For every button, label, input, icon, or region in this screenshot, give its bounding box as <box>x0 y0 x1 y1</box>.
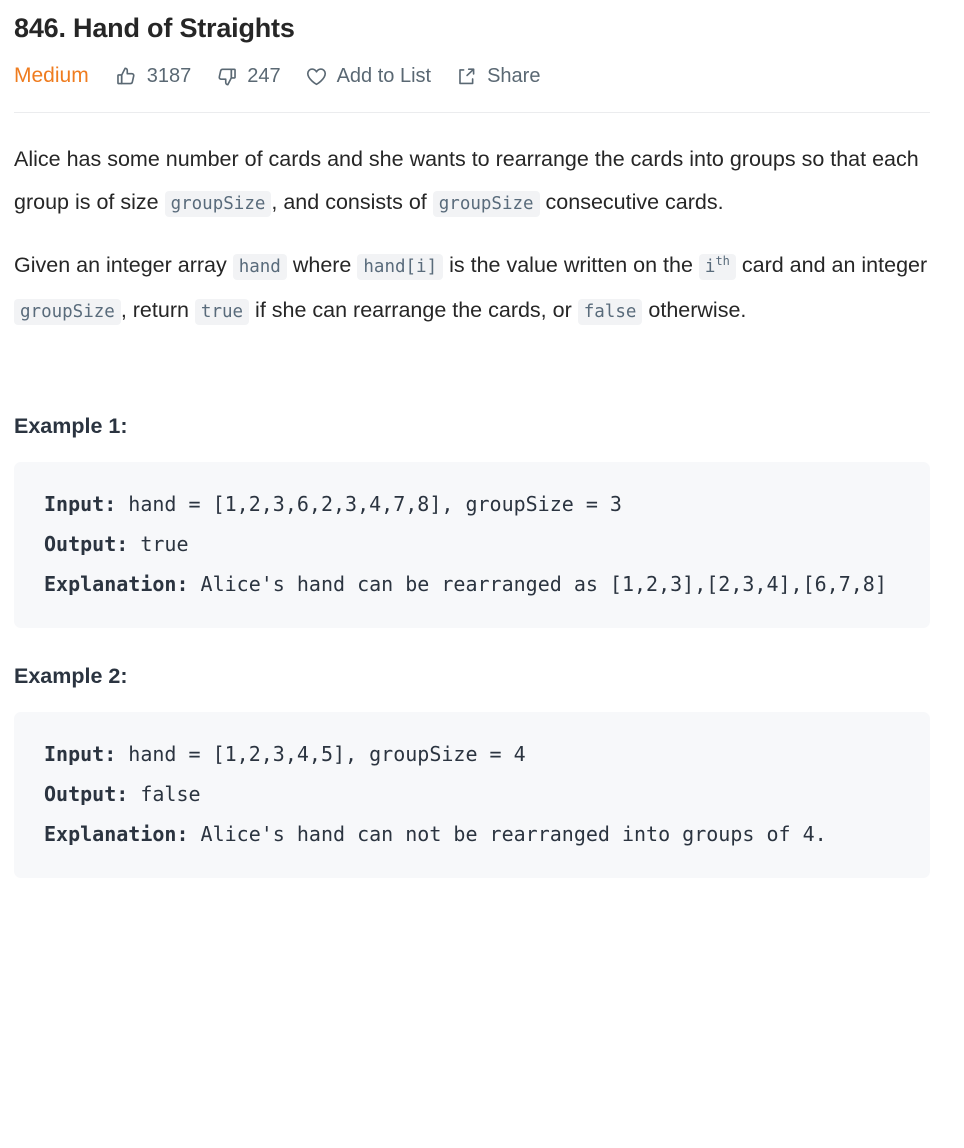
code-ith-superscript: th <box>715 254 730 269</box>
difficulty-badge[interactable]: Medium <box>14 64 89 88</box>
desc-p2-text-5: , return <box>120 298 195 322</box>
code-true: true <box>194 299 250 325</box>
example-2-input-line: Input: hand = [1,2,3,4,5], groupSize = 4 <box>44 734 900 774</box>
example-1-output-label: Output: <box>44 532 129 556</box>
add-to-list-button[interactable]: Add to List <box>305 65 432 88</box>
example-2-code-block: Input: hand = [1,2,3,4,5], groupSize = 4… <box>14 712 930 878</box>
heart-icon <box>305 65 328 88</box>
desc-p2-text-7: otherwise. <box>642 298 747 322</box>
problem-meta-row: Medium 3187 247 Add to List Share <box>14 53 950 99</box>
example-1-input-value: hand = [1,2,3,6,2,3,4,7,8], groupSize = … <box>116 492 622 516</box>
share-button[interactable]: Share <box>455 65 540 88</box>
example-2-explanation-value: Alice's hand can not be rearranged into … <box>188 822 827 846</box>
example-2-input-label: Input: <box>44 742 117 766</box>
example-2-input-value: hand = [1,2,3,4,5], groupSize = 4 <box>116 742 526 766</box>
problem-description: Alice has some number of cards and she w… <box>14 113 950 878</box>
example-1-heading: Example 1: <box>14 414 128 438</box>
dislike-button[interactable]: 247 <box>215 65 281 88</box>
like-button[interactable]: 3187 <box>115 65 192 88</box>
desc-p2-text-3: is the value written on the <box>443 253 699 277</box>
desc-p2-text-4: card and an integer <box>735 253 928 277</box>
thumbs-up-icon <box>115 65 138 88</box>
example-1-explanation-label: Explanation: <box>44 572 189 596</box>
problem-page: 846. Hand of Straights Medium 3187 247 A… <box>0 0 964 1148</box>
thumbs-down-icon <box>215 65 238 88</box>
dislike-count: 247 <box>247 65 281 87</box>
desc-p1-text-3: consecutive cards. <box>539 190 724 214</box>
desc-p1-text-2: , and consists of <box>271 190 433 214</box>
code-groupsize-3: groupSize <box>14 299 121 325</box>
example-2-output-label: Output: <box>44 782 129 806</box>
share-icon <box>455 65 478 88</box>
example-1-code-block: Input: hand = [1,2,3,6,2,3,4,7,8], group… <box>14 462 930 628</box>
example-2-explanation-label: Explanation: <box>44 822 189 846</box>
description-paragraph-2: Given an integer array hand where hand[i… <box>14 244 930 334</box>
example-2-heading: Example 2: <box>14 664 128 688</box>
like-count: 3187 <box>146 65 192 87</box>
code-hand-i: hand[i] <box>357 254 444 280</box>
desc-p2-text-2: where <box>286 253 358 277</box>
code-groupsize-2: groupSize <box>432 191 540 217</box>
share-label: Share <box>487 65 541 87</box>
add-to-list-label: Add to List <box>336 65 432 87</box>
code-groupsize-1: groupSize <box>164 191 272 217</box>
example-1-output-value: true <box>128 532 189 556</box>
example-1-explanation-line: Explanation: Alice's hand can be rearran… <box>44 564 900 604</box>
example-2-output-value: false <box>128 782 201 806</box>
example-1-input-line: Input: hand = [1,2,3,6,2,3,4,7,8], group… <box>44 484 900 524</box>
desc-p2-text-6: if she can rearrange the cards, or <box>249 298 578 322</box>
description-paragraph-1: Alice has some number of cards and she w… <box>14 138 930 226</box>
desc-p2-text-1: Given an integer array <box>14 253 233 277</box>
example-1-input-label: Input: <box>44 492 117 516</box>
page-title: 846. Hand of Straights <box>14 13 295 43</box>
example-1-explanation-value: Alice's hand can be rearranged as [1,2,3… <box>188 572 887 596</box>
code-ith: ith <box>698 254 736 280</box>
code-hand: hand <box>232 254 287 280</box>
example-2-explanation-line: Explanation: Alice's hand can not be rea… <box>44 814 900 854</box>
code-ith-base: i <box>704 257 716 277</box>
example-1-output-line: Output: true <box>44 524 900 564</box>
example-2-output-line: Output: false <box>44 774 900 814</box>
code-false: false <box>577 299 643 325</box>
